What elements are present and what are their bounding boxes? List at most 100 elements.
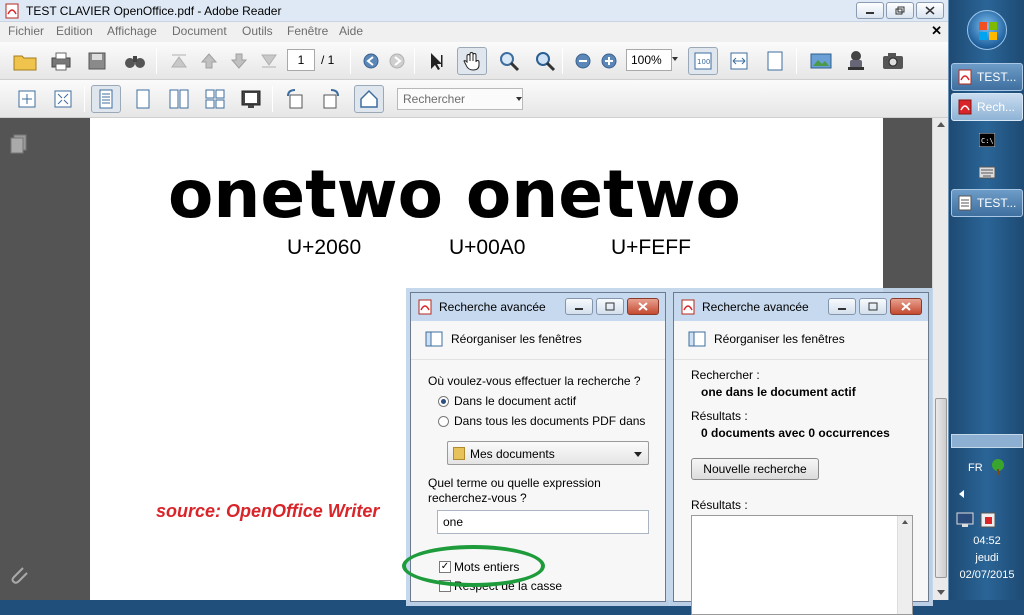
dialog-maximize-button[interactable] [859, 298, 887, 315]
menu-affichage[interactable]: Affichage [107, 24, 157, 38]
pdf-icon [680, 299, 696, 318]
reading-mode-icon[interactable] [238, 86, 264, 112]
restore-button[interactable] [886, 2, 914, 19]
fit-page-icon[interactable] [762, 48, 788, 74]
two-page-continuous-icon[interactable] [202, 86, 228, 112]
hand-tool-icon[interactable] [457, 47, 487, 75]
reorganize-windows-icon [425, 331, 443, 347]
marquee-zoom-icon[interactable] [496, 48, 522, 74]
full-screen-icon[interactable] [50, 86, 76, 112]
scrollbar-thumb[interactable] [935, 398, 947, 578]
open-folder-icon[interactable] [12, 48, 38, 74]
clock-day[interactable]: jeudi [949, 552, 1024, 564]
fit-width-icon[interactable] [726, 48, 752, 74]
menu-aide[interactable]: Aide [339, 24, 363, 38]
results-list-label: Résultats : [691, 498, 748, 512]
dialog-close-button[interactable] [890, 298, 922, 315]
taskbar-item-recherche[interactable]: Rech... [951, 93, 1023, 121]
save-icon[interactable] [84, 48, 110, 74]
new-search-button[interactable]: Nouvelle recherche [691, 458, 819, 480]
taskbar-scrollbar[interactable] [951, 434, 1023, 448]
option-active-document-label: Dans le document actif [454, 394, 577, 408]
single-page-icon[interactable] [91, 85, 121, 113]
clock-time[interactable]: 04:52 [949, 535, 1024, 547]
svg-text:C:\: C:\ [981, 137, 994, 145]
last-page-icon[interactable] [256, 48, 282, 74]
binoculars-icon[interactable] [122, 48, 148, 74]
reorganize-windows[interactable]: Réorganiser les fenêtres [425, 331, 582, 347]
highlight-annotation-ellipse [402, 545, 545, 587]
taskbar-item-label: TEST... [977, 70, 1017, 84]
window-title: TEST CLAVIER OpenOffice.pdf - Adobe Read… [26, 4, 282, 18]
continuous-page-icon[interactable] [130, 86, 156, 112]
two-page-icon[interactable] [166, 86, 192, 112]
snapshot-image-icon[interactable] [808, 48, 834, 74]
dialog-minimize-button[interactable] [828, 298, 856, 315]
zoom-level-input[interactable]: 100% [626, 49, 672, 71]
reorganize-windows-icon [688, 331, 706, 347]
dialog-title-bar: Recherche avancée [411, 293, 665, 321]
menu-document[interactable]: Document [172, 24, 227, 38]
radio-active-document[interactable] [438, 396, 449, 407]
select-tool-icon[interactable] [424, 48, 450, 74]
location-value: Mes documents [470, 447, 555, 461]
results-list[interactable] [691, 515, 913, 615]
close-button[interactable] [916, 2, 944, 19]
taskbar-item-test-pdf[interactable]: TEST... [951, 63, 1023, 91]
scroll-up-arrow-icon[interactable] [937, 122, 945, 127]
taskbar-item-label: TEST... [977, 196, 1017, 210]
page-number-input[interactable]: 1 [287, 49, 315, 71]
search-dropdown-arrow-icon[interactable] [516, 97, 522, 101]
scroll-down-arrow-icon[interactable] [937, 590, 945, 595]
fit-window-icon[interactable] [14, 86, 40, 112]
next-page-icon[interactable] [226, 48, 252, 74]
taskbar-item-test-doc[interactable]: TEST... [951, 189, 1023, 217]
document-icon [958, 195, 972, 211]
tree-icon[interactable] [989, 458, 1007, 479]
actual-size-icon[interactable]: 100 [688, 47, 718, 75]
camera-icon[interactable] [880, 48, 906, 74]
close-document-icon[interactable]: ✕ [931, 23, 942, 39]
menu-fichier[interactable]: Fichier [8, 24, 44, 38]
folder-icon [453, 447, 465, 460]
keyboard-icon[interactable] [978, 165, 996, 182]
zoom-tool-icon[interactable] [532, 48, 558, 74]
menu-outils[interactable]: Outils [242, 24, 273, 38]
location-select[interactable]: Mes documents [447, 441, 649, 465]
dialog-close-button[interactable] [627, 298, 659, 315]
radio-all-pdfs[interactable] [438, 416, 449, 427]
menu-edition[interactable]: Edition [56, 24, 93, 38]
start-button[interactable] [967, 10, 1007, 50]
language-indicator[interactable]: FR [968, 462, 983, 474]
pdf-icon [958, 69, 972, 85]
zoom-out-icon[interactable] [570, 48, 596, 74]
command-prompt-icon[interactable]: C:\ [978, 132, 996, 150]
home-icon[interactable] [354, 85, 384, 113]
minimize-button[interactable] [856, 2, 884, 19]
rotate-right-icon[interactable] [318, 86, 344, 112]
scroll-up-arrow-icon[interactable] [902, 520, 908, 524]
first-page-icon[interactable] [166, 48, 192, 74]
stamp-icon[interactable] [843, 48, 869, 74]
pages-panel-icon[interactable] [10, 134, 28, 157]
previous-page-icon[interactable] [196, 48, 222, 74]
document-scrollbar[interactable] [932, 118, 948, 600]
print-icon[interactable] [48, 48, 74, 74]
attachment-paperclip-icon[interactable] [8, 564, 30, 589]
clock-date[interactable]: 02/07/2015 [949, 569, 1024, 581]
dialog-maximize-button[interactable] [596, 298, 624, 315]
rotate-left-icon[interactable] [282, 86, 308, 112]
action-center-flag-icon[interactable] [980, 512, 996, 531]
search-term-input[interactable]: one [437, 510, 649, 534]
dialog-minimize-button[interactable] [565, 298, 593, 315]
back-arrow-icon[interactable] [358, 48, 384, 74]
reorganize-windows[interactable]: Réorganiser les fenêtres [688, 331, 845, 347]
network-icon[interactable] [956, 512, 974, 531]
menu-fenetre[interactable]: Fenêtre [287, 24, 328, 38]
search-input[interactable]: Rechercher [397, 88, 523, 110]
forward-arrow-icon[interactable] [384, 48, 410, 74]
zoom-dropdown-arrow-icon[interactable] [672, 57, 678, 61]
show-hidden-icons-arrow-icon[interactable] [959, 490, 964, 498]
zoom-in-icon[interactable] [596, 48, 622, 74]
results-scrollbar[interactable] [897, 516, 912, 614]
